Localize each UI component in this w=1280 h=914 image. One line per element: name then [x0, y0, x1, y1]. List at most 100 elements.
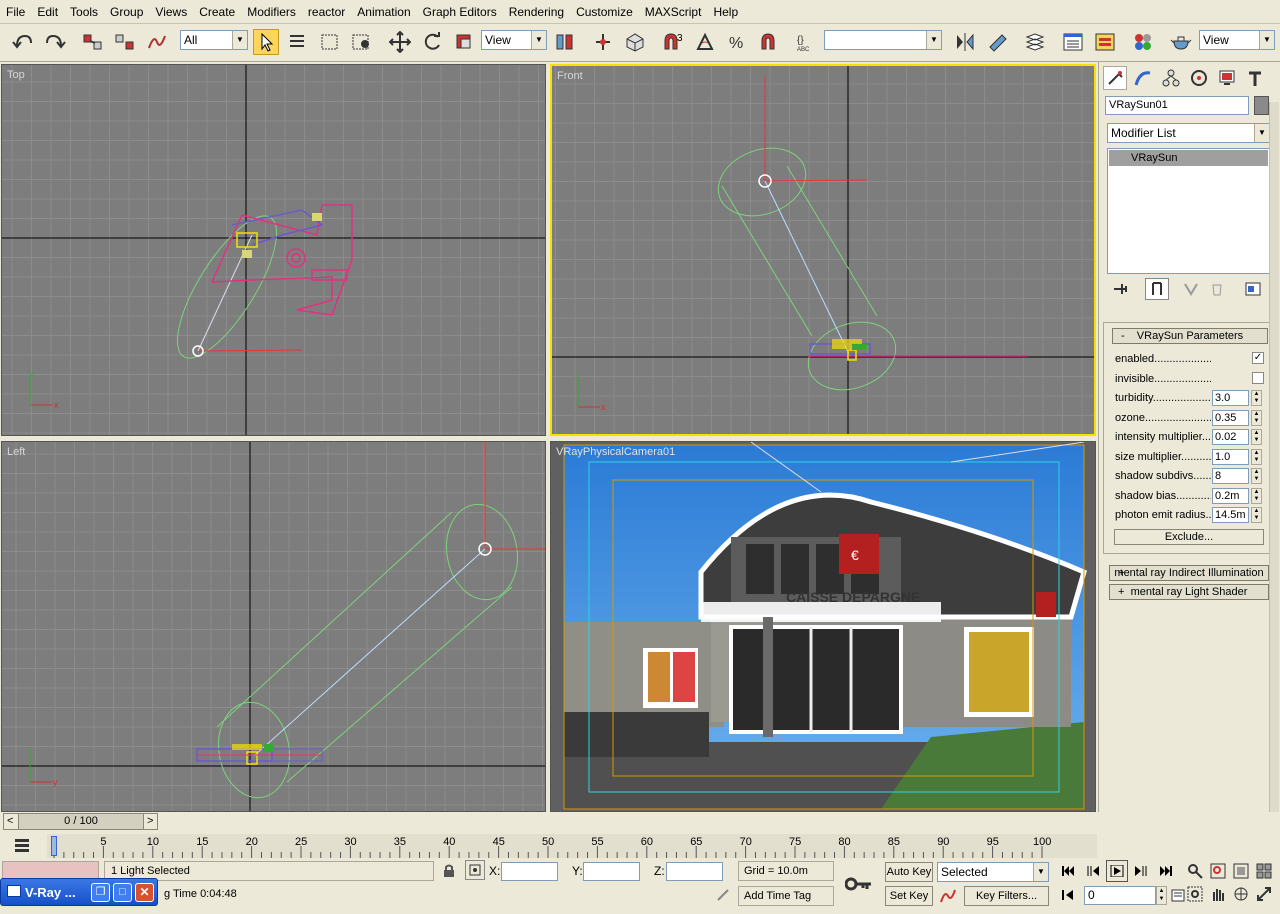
time-slider[interactable]: < 0 / 100 >	[3, 813, 158, 830]
maximize-viewport-icon[interactable]	[1253, 883, 1275, 905]
undo-icon[interactable]	[10, 29, 36, 55]
time-slider-thumb[interactable]: 0 / 100	[18, 814, 144, 829]
default-tangents-icon[interactable]	[937, 886, 959, 906]
rectangular-selection-icon[interactable]	[317, 29, 343, 55]
spinner-arrows-icon[interactable]: ▲ ▼	[1251, 487, 1262, 504]
param-spinner-field[interactable]: 14.5m	[1212, 507, 1249, 523]
menu-customize[interactable]: Customize	[570, 0, 639, 24]
key-selection-dropdown[interactable]: Selected ▼	[937, 862, 1049, 882]
snap-toggle-icon[interactable]: 3	[660, 29, 686, 55]
key-mode-toggle-icon[interactable]	[1058, 884, 1078, 906]
select-manipulate-icon[interactable]	[590, 29, 616, 55]
lock-selection-icon[interactable]	[440, 861, 458, 881]
zoom-all-icon[interactable]	[1207, 860, 1229, 882]
auto-key-button[interactable]: Auto Key	[885, 862, 933, 882]
region-zoom-icon[interactable]	[1184, 883, 1206, 905]
keyboard-shortcut-override-icon[interactable]	[622, 29, 648, 55]
percent-snap-icon[interactable]: %	[724, 29, 750, 55]
reference-coordinate-dropdown[interactable]: View ▼	[481, 30, 547, 50]
named-selection-dropdown[interactable]: ▼	[824, 30, 942, 50]
param-checkbox[interactable]	[1252, 371, 1264, 384]
selection-filter-dropdown[interactable]: All ▼	[180, 30, 248, 50]
spinner-arrows-icon[interactable]: ▲ ▼	[1251, 468, 1262, 484]
mirror-icon[interactable]	[952, 29, 978, 55]
set-key-button[interactable]: Set Key	[885, 886, 933, 906]
spinner-snap-icon[interactable]	[756, 29, 782, 55]
menu-help[interactable]: Help	[707, 0, 744, 24]
vraysun-rollout-header[interactable]: - VRaySun Parameters	[1112, 328, 1268, 344]
taskbar-window[interactable]: V-Ray ... ❐ □ ✕	[0, 878, 158, 906]
rotate-icon[interactable]	[419, 29, 445, 55]
create-tab-icon[interactable]	[1103, 66, 1127, 90]
scale-icon[interactable]	[451, 29, 477, 55]
object-name-field[interactable]: VRaySun01	[1105, 96, 1249, 115]
mr-light-shader-rollout[interactable]: + mental ray Light Shader	[1109, 584, 1269, 600]
select-and-link-icon[interactable]	[80, 29, 106, 55]
exclude-button[interactable]: Exclude...	[1114, 529, 1264, 545]
viewport-camera[interactable]: € CAISSE DEPARGNE VRayPhysicalCamera01	[550, 441, 1096, 812]
viewport-top[interactable]: xy Top	[1, 64, 546, 436]
key-filters-button[interactable]: Key Filters...	[964, 886, 1049, 906]
go-to-end-icon[interactable]	[1156, 860, 1176, 882]
menu-reactor[interactable]: reactor	[302, 0, 351, 24]
spinner-arrows-icon[interactable]: ▲ ▼	[1251, 507, 1262, 523]
schematic-view-icon[interactable]	[1092, 29, 1118, 55]
command-panel-scrollbar[interactable]	[1269, 102, 1279, 822]
menu-maxscript[interactable]: MAXScript	[639, 0, 708, 24]
show-end-result-icon[interactable]	[1145, 278, 1169, 300]
orbit-icon[interactable]	[1230, 883, 1252, 905]
zoom-extents-icon[interactable]	[1230, 860, 1252, 882]
spinner-arrows-icon[interactable]: ▲ ▼	[1251, 390, 1262, 406]
menu-group[interactable]: Group	[104, 0, 149, 24]
select-object-icon[interactable]	[253, 29, 279, 55]
menu-tools[interactable]: Tools	[64, 0, 104, 24]
previous-frame-icon[interactable]	[1083, 860, 1103, 882]
pan-hand-icon[interactable]	[1207, 883, 1229, 905]
utilities-tab-icon[interactable]	[1243, 66, 1267, 90]
make-unique-icon[interactable]	[1179, 278, 1203, 300]
viewport-left[interactable]: yz Left	[1, 441, 546, 812]
time-slider-next-icon[interactable]: >	[147, 815, 153, 827]
unlink-icon[interactable]	[112, 29, 138, 55]
maximize-icon[interactable]: □	[113, 883, 132, 902]
spinner-arrows-icon[interactable]: ▲ ▼	[1251, 448, 1262, 465]
param-checkbox[interactable]: ✓	[1252, 352, 1264, 364]
display-tab-icon[interactable]	[1215, 66, 1239, 90]
current-frame-field[interactable]: 0	[1084, 886, 1156, 905]
menu-animation[interactable]: Animation	[351, 0, 416, 24]
stack-item-vraysun[interactable]: VRaySun	[1109, 150, 1268, 166]
edit-named-selection-icon[interactable]: {} ABC	[794, 29, 820, 55]
timeline-track[interactable]: 0510152025303540455055606570758085909510…	[47, 834, 1097, 858]
z-coord-field[interactable]	[666, 862, 723, 881]
x-coord-field[interactable]	[501, 862, 558, 881]
motion-tab-icon[interactable]	[1187, 66, 1211, 90]
next-frame-icon[interactable]	[1131, 860, 1151, 882]
object-color-swatch[interactable]	[1254, 96, 1269, 115]
menu-modifiers[interactable]: Modifiers	[241, 0, 302, 24]
viewport-front[interactable]: xy Front	[550, 64, 1096, 436]
mr-indirect-illum-rollout[interactable]: + mental ray Indirect Illumination	[1109, 565, 1269, 581]
param-spinner-field[interactable]: 3.0	[1212, 390, 1249, 406]
time-cursor[interactable]	[51, 836, 57, 856]
remove-modifier-icon[interactable]	[1205, 278, 1229, 300]
param-spinner-field[interactable]: 1.0	[1212, 448, 1249, 465]
mini-curve-editor-icon[interactable]	[10, 834, 34, 856]
configure-sets-icon[interactable]	[1241, 278, 1265, 300]
y-coord-field[interactable]	[583, 862, 640, 881]
zoom-icon[interactable]	[1184, 860, 1206, 882]
zoom-extents-all-icon[interactable]	[1253, 860, 1275, 882]
angle-snap-icon[interactable]	[692, 29, 718, 55]
menu-views[interactable]: Views	[149, 0, 193, 24]
select-by-name-icon[interactable]	[285, 29, 311, 55]
align-icon[interactable]	[984, 29, 1010, 55]
set-key-mode-key-icon[interactable]	[842, 870, 876, 898]
spinner-arrows-icon[interactable]: ▲ ▼	[1251, 409, 1262, 426]
param-spinner-field[interactable]: 0.35	[1212, 409, 1249, 426]
param-spinner-field[interactable]: 0.02	[1212, 429, 1249, 445]
time-tag-icon[interactable]	[714, 886, 732, 904]
move-icon[interactable]	[387, 29, 413, 55]
menu-file[interactable]: File	[0, 0, 31, 24]
param-spinner-field[interactable]: 0.2m	[1212, 487, 1249, 504]
menu-edit[interactable]: Edit	[31, 0, 64, 24]
modifier-list-dropdown[interactable]: Modifier List ▼	[1107, 123, 1270, 143]
